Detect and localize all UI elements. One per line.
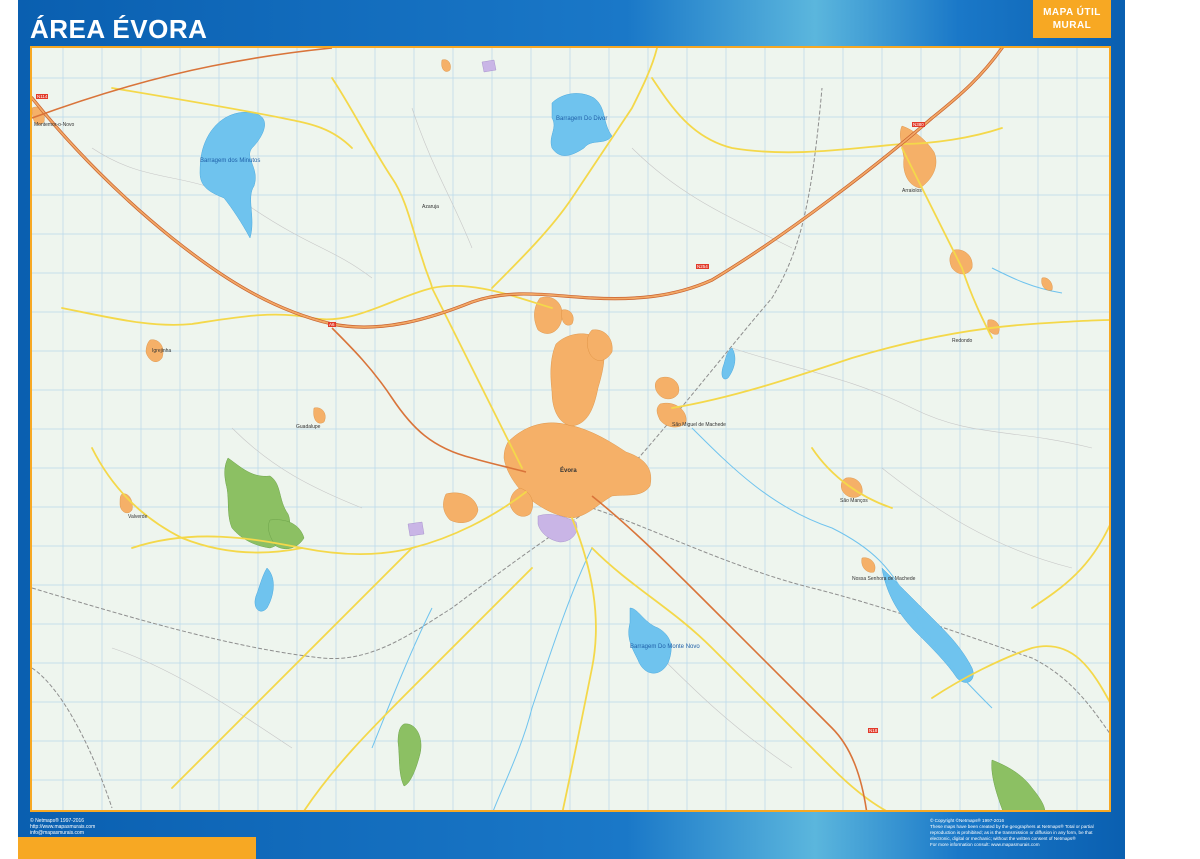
footer-contact: © Netmaps® 1997-2016 http://www.mapasmur… [30,818,95,836]
map-title: ÁREA ÉVORA [30,14,208,44]
footer-legal: © Copyright ©Netmaps® 1997-2016 These ma… [930,818,1110,848]
place-label: Nossa Senhora de Machede [852,576,916,582]
national-road-n114 [32,48,868,810]
road-label: N254 [696,264,709,269]
road-label: A6 [328,322,336,327]
water-label: Barragem Do Monte Novo [630,644,700,650]
badge-line-1: MAPA ÚTIL [1043,7,1101,18]
place-label: Montemor-o-Novo [34,122,75,128]
badge-line-2: MURAL [1052,20,1092,31]
rivers [371,267,1063,810]
road-label: N18 [868,728,879,733]
map-svg [32,48,1109,810]
urban-areas [32,59,1053,573]
map-canvas[interactable]: Barragem dos Minutos Barragem Do Monte N… [30,46,1111,812]
email-link[interactable]: info@mapasmurais.com [30,830,95,836]
place-label: Arraiolos [902,188,922,194]
place-label: Redondo [952,338,973,344]
place-label: Azaruja [422,204,439,210]
road-label: N114 [36,94,49,99]
footer-accent-bar [18,837,256,859]
road-label: N380 [912,122,925,127]
place-label: Igrejinha [152,348,172,354]
place-label: Guadalupe [296,424,321,430]
place-label: São Miguel de Machede [672,422,726,428]
highway-a6 [32,48,1004,329]
legal-line: For more information consult: www.mapasm… [930,842,1040,847]
place-label: Évora [560,468,577,474]
place-label: Valverde [128,514,148,520]
place-label: São Manços [840,498,868,504]
water-label: Barragem Do Divor [556,116,608,122]
water-label: Barragem dos Minutos [200,158,261,164]
mapa-util-badge[interactable]: MAPA ÚTIL MURAL [1033,0,1111,38]
